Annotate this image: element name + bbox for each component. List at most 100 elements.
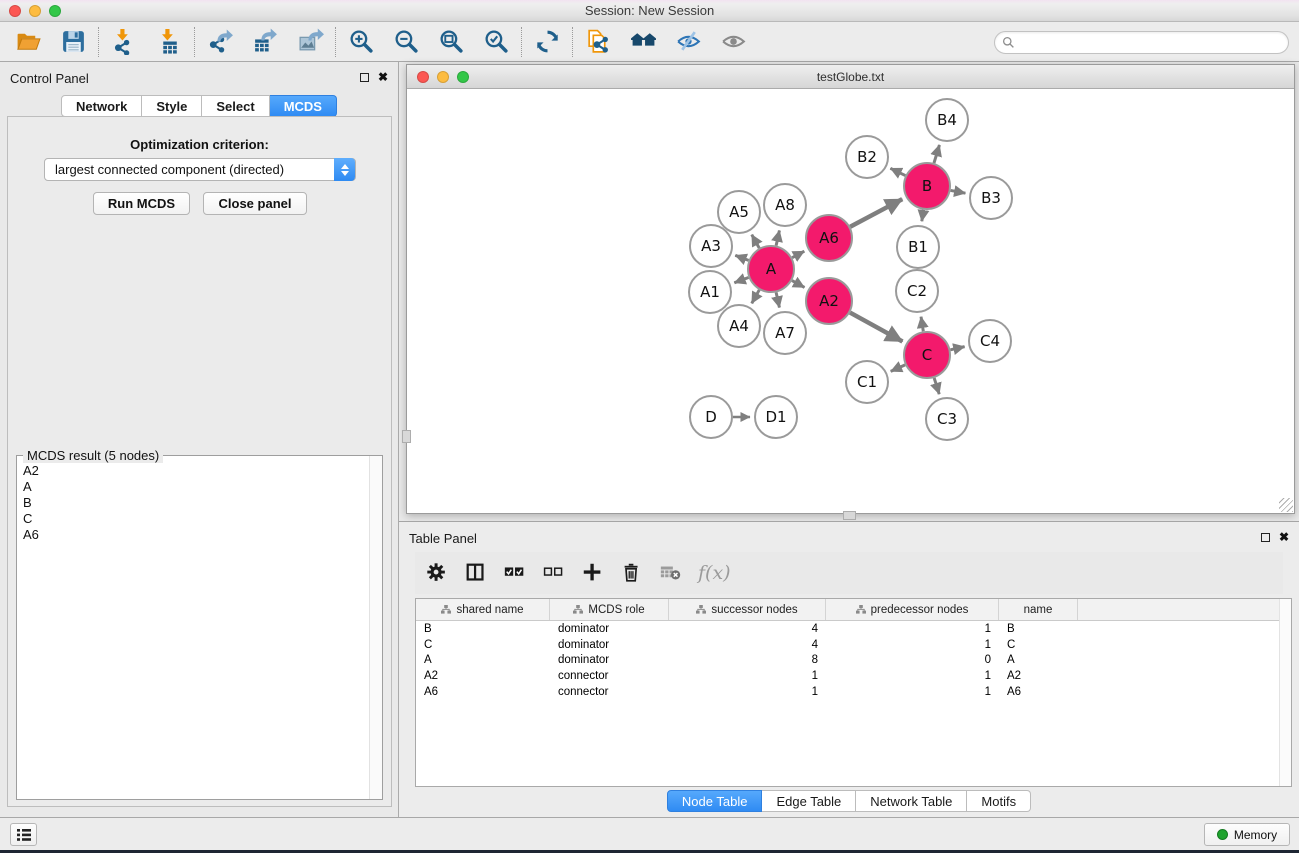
open-session-icon[interactable] xyxy=(10,26,46,58)
column-header-shared-name[interactable]: shared name xyxy=(416,599,550,620)
graph-edge-A2-C[interactable] xyxy=(850,313,902,342)
column-header-successor-nodes[interactable]: successor nodes xyxy=(669,599,826,620)
graph-edge-A-A5[interactable] xyxy=(752,235,760,248)
graph-edge-A-A6[interactable] xyxy=(792,251,804,257)
close-panel-icon[interactable]: ✖ xyxy=(378,71,388,83)
homes-icon[interactable] xyxy=(625,26,661,58)
graph-node-a2[interactable]: A2 xyxy=(806,278,852,324)
resize-grip-icon[interactable] xyxy=(1279,498,1293,512)
graph-node-a5[interactable]: A5 xyxy=(718,191,760,233)
maximize-window-button[interactable] xyxy=(49,5,61,17)
result-item[interactable]: B xyxy=(23,495,368,511)
tab-node-table[interactable]: Node Table xyxy=(667,790,763,812)
graph-node-a8[interactable]: A8 xyxy=(764,184,806,226)
graph-node-c3[interactable]: C3 xyxy=(926,398,968,440)
export-network-icon[interactable] xyxy=(202,26,238,58)
graph-edge-B-B2[interactable] xyxy=(890,168,905,175)
trash-icon[interactable] xyxy=(620,558,644,588)
search-field[interactable] xyxy=(994,31,1289,54)
task-history-button[interactable] xyxy=(10,823,37,846)
tab-select[interactable]: Select xyxy=(202,95,269,117)
graph-node-d1[interactable]: D1 xyxy=(755,396,797,438)
optimization-criterion-select[interactable]: largest connected component (directed) xyxy=(44,158,356,181)
table-scrollbar[interactable] xyxy=(1279,599,1291,786)
graph-edge-A6-B[interactable] xyxy=(850,199,902,227)
node-table[interactable]: shared nameMCDS rolesuccessor nodesprede… xyxy=(415,598,1292,787)
graph-edge-B-B3[interactable] xyxy=(951,190,966,193)
table-row[interactable]: A2connector11A2 xyxy=(416,668,1291,684)
graph-edge-A-A1[interactable] xyxy=(734,277,748,282)
graph-edge-A-A7[interactable] xyxy=(776,292,779,307)
network-minimize-button[interactable] xyxy=(437,71,449,83)
graph-node-b1[interactable]: B1 xyxy=(897,226,939,268)
table-row[interactable]: Cdominator41C xyxy=(416,637,1291,653)
tab-network-table[interactable]: Network Table xyxy=(856,790,967,812)
table-row[interactable]: A6connector11A6 xyxy=(416,684,1291,700)
vertical-splitter-handle[interactable] xyxy=(402,430,411,443)
tab-edge-table[interactable]: Edge Table xyxy=(762,790,856,812)
import-network-icon[interactable] xyxy=(106,26,142,58)
tab-mcds[interactable]: MCDS xyxy=(270,95,337,117)
import-table-icon[interactable] xyxy=(151,26,187,58)
graph-edge-A-A8[interactable] xyxy=(776,230,779,245)
network-maximize-button[interactable] xyxy=(457,71,469,83)
zoom-selected-icon[interactable] xyxy=(478,26,514,58)
tab-motifs[interactable]: Motifs xyxy=(967,790,1031,812)
run-mcds-button[interactable]: Run MCDS xyxy=(93,192,190,215)
result-item[interactable]: C xyxy=(23,511,368,527)
graph-node-c2[interactable]: C2 xyxy=(896,270,938,312)
graph-node-a4[interactable]: A4 xyxy=(718,305,760,347)
network-close-button[interactable] xyxy=(417,71,429,83)
close-table-panel-icon[interactable]: ✖ xyxy=(1279,531,1289,543)
float-table-panel-icon[interactable] xyxy=(1261,533,1270,542)
graph-edge-A-A4[interactable] xyxy=(752,290,760,303)
checked-boxes-icon[interactable] xyxy=(503,558,527,588)
zoom-in-icon[interactable] xyxy=(343,26,379,58)
zoom-out-icon[interactable] xyxy=(388,26,424,58)
save-session-icon[interactable] xyxy=(55,26,91,58)
graph-node-a1[interactable]: A1 xyxy=(689,271,731,313)
column-header-MCDS-role[interactable]: MCDS role xyxy=(550,599,669,620)
close-panel-button[interactable]: Close panel xyxy=(203,192,307,215)
copy-network-icon[interactable] xyxy=(580,26,616,58)
graph-node-a7[interactable]: A7 xyxy=(764,312,806,354)
plus-icon[interactable] xyxy=(581,558,605,588)
result-item[interactable]: A6 xyxy=(23,527,368,543)
result-item[interactable]: A xyxy=(23,479,368,495)
graph-edge-C-C4[interactable] xyxy=(950,347,964,350)
columns-icon[interactable] xyxy=(464,558,488,588)
graph-edge-B-B1[interactable] xyxy=(922,210,924,222)
table-delete-icon[interactable] xyxy=(659,558,683,588)
search-input[interactable] xyxy=(1015,34,1288,52)
table-row[interactable]: Adominator80A xyxy=(416,653,1291,669)
column-header-name[interactable]: name xyxy=(999,599,1078,620)
result-scrollbar[interactable] xyxy=(369,456,382,799)
eye-slash-icon[interactable] xyxy=(670,26,706,58)
tab-network[interactable]: Network xyxy=(61,95,142,117)
graph-node-b3[interactable]: B3 xyxy=(970,177,1012,219)
eye-icon[interactable] xyxy=(715,26,751,58)
graph-node-a6[interactable]: A6 xyxy=(806,215,852,261)
graph-edge-C-C2[interactable] xyxy=(921,317,923,332)
function-builder-icon[interactable]: f(x) xyxy=(698,562,731,584)
network-window-titlebar[interactable]: testGlobe.txt xyxy=(407,65,1294,89)
gear-icon[interactable] xyxy=(425,558,449,588)
graph-node-b[interactable]: B xyxy=(904,163,950,209)
memory-button[interactable]: Memory xyxy=(1204,823,1290,846)
tab-style[interactable]: Style xyxy=(142,95,202,117)
graph-edge-C-C3[interactable] xyxy=(934,378,939,394)
table-row[interactable]: Bdominator41B xyxy=(416,621,1291,637)
column-header-predecessor-nodes[interactable]: predecessor nodes xyxy=(826,599,999,620)
graph-node-b2[interactable]: B2 xyxy=(846,136,888,178)
unchecked-boxes-icon[interactable] xyxy=(542,558,566,588)
graph-node-c[interactable]: C xyxy=(904,332,950,378)
result-item[interactable]: A2 xyxy=(23,463,368,479)
graph-node-b4[interactable]: B4 xyxy=(926,99,968,141)
graph-node-d[interactable]: D xyxy=(690,396,732,438)
graph-node-a[interactable]: A xyxy=(748,246,794,292)
refresh-icon[interactable] xyxy=(529,26,565,58)
close-window-button[interactable] xyxy=(9,5,21,17)
export-table-icon[interactable] xyxy=(247,26,283,58)
graph-edge-A-A3[interactable] xyxy=(735,255,748,260)
graph-node-a3[interactable]: A3 xyxy=(690,225,732,267)
